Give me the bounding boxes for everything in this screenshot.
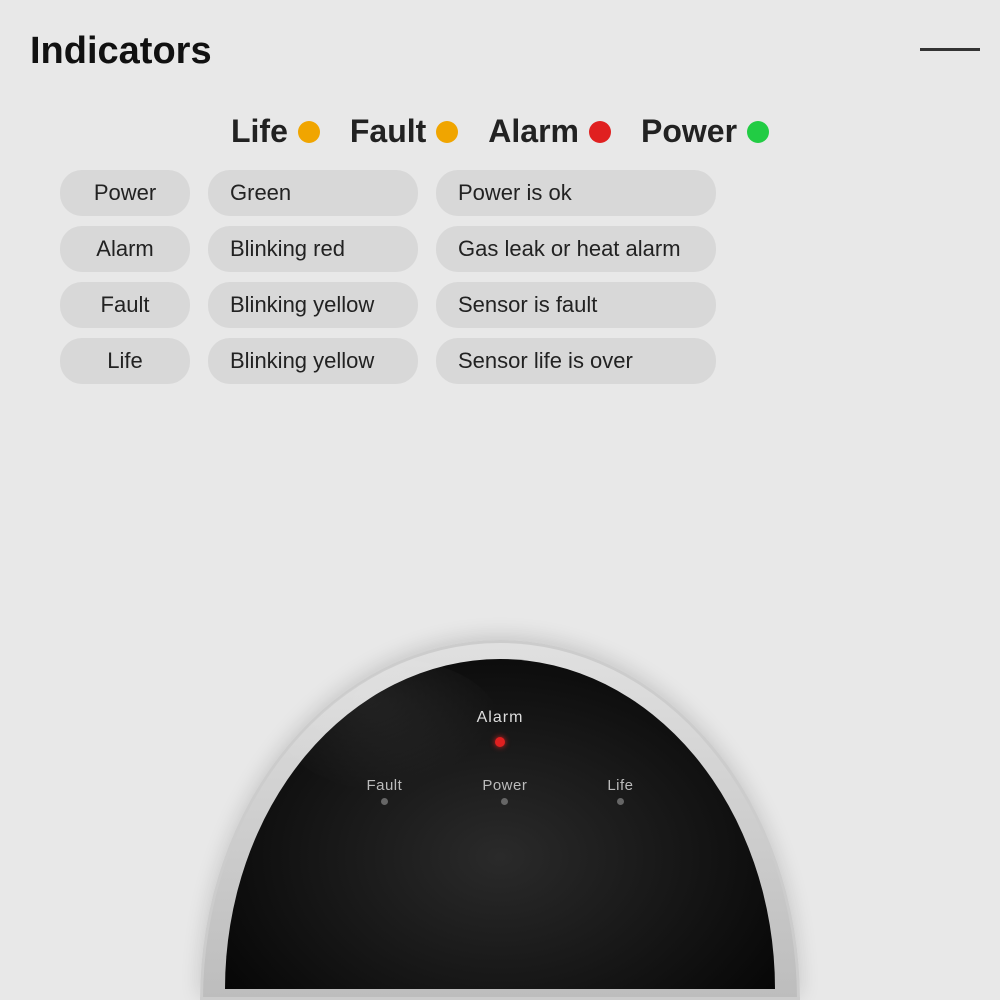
header-line <box>920 48 980 51</box>
device-power-dot <box>501 798 508 805</box>
legend-item-alarm: Alarm <box>488 113 611 150</box>
legend-row: Life Fault Alarm Power <box>0 113 1000 150</box>
legend-item-power: Power <box>641 113 769 150</box>
legend-label-alarm: Alarm <box>488 113 579 150</box>
device-outer: Alarm Fault Power Life <box>200 640 800 1000</box>
color-cell-alarm: Blinking red <box>208 226 418 272</box>
legend-item-life: Life <box>231 113 320 150</box>
table-row: Power Green Power is ok <box>60 170 940 216</box>
desc-cell-power: Power is ok <box>436 170 716 216</box>
legend-dot-power <box>747 121 769 143</box>
legend-item-fault: Fault <box>350 113 458 150</box>
table-row: Alarm Blinking red Gas leak or heat alar… <box>60 226 940 272</box>
device-life-dot <box>617 798 624 805</box>
device-life-label: Life <box>607 777 633 794</box>
table-row: Fault Blinking yellow Sensor is fault <box>60 282 940 328</box>
legend-label-life: Life <box>231 113 288 150</box>
device-life-group: Life <box>607 777 633 805</box>
desc-cell-life: Sensor life is over <box>436 338 716 384</box>
indicator-cell-life: Life <box>60 338 190 384</box>
indicator-cell-alarm: Alarm <box>60 226 190 272</box>
indicator-cell-fault: Fault <box>60 282 190 328</box>
color-cell-life: Blinking yellow <box>208 338 418 384</box>
legend-label-power: Power <box>641 113 737 150</box>
table-row: Life Blinking yellow Sensor life is over <box>60 338 940 384</box>
header: Indicators <box>0 0 1000 83</box>
color-cell-power: Green <box>208 170 418 216</box>
legend-label-fault: Fault <box>350 113 426 150</box>
device-inner: Alarm Fault Power Life <box>225 659 775 989</box>
legend-dot-alarm <box>589 121 611 143</box>
desc-cell-alarm: Gas leak or heat alarm <box>436 226 716 272</box>
page-container: Indicators Life Fault Alarm Power Power <box>0 0 1000 1000</box>
device-glare <box>280 659 500 791</box>
legend-dot-life <box>298 121 320 143</box>
device-fault-dot <box>381 798 388 805</box>
color-cell-fault: Blinking yellow <box>208 282 418 328</box>
table-area: Power Green Power is ok Alarm Blinking r… <box>60 170 940 384</box>
desc-cell-fault: Sensor is fault <box>436 282 716 328</box>
device-section: Alarm Fault Power Life <box>0 630 1000 1000</box>
page-title: Indicators <box>30 30 212 73</box>
legend-dot-fault <box>436 121 458 143</box>
indicator-cell-power: Power <box>60 170 190 216</box>
device-power-label: Power <box>482 777 527 794</box>
device-power-group: Power <box>482 777 527 805</box>
